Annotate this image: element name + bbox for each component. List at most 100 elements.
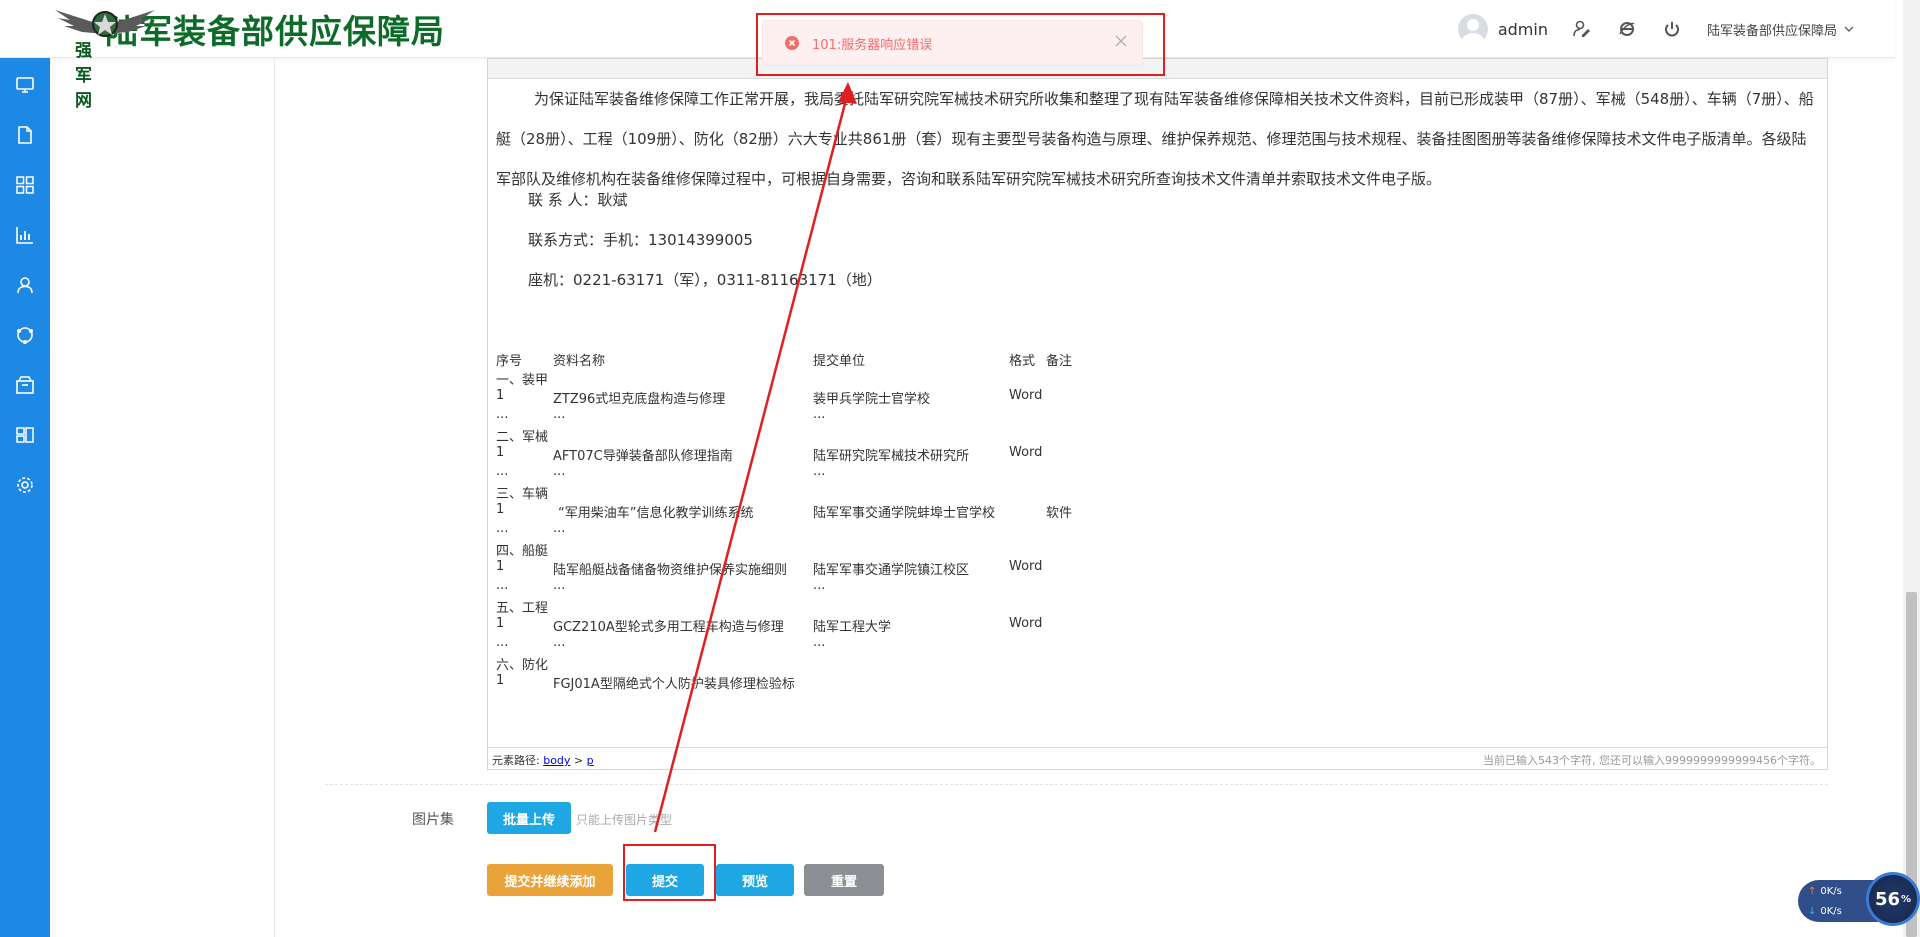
section-title: 一、装甲 xyxy=(496,373,549,388)
usage-percent: 56 xyxy=(1874,888,1901,910)
chevron-down-icon xyxy=(1844,26,1854,32)
network-speed-widget[interactable]: ↑ 0K/s ↓ 0K/s 56% xyxy=(1798,872,1920,926)
dashboard-icon[interactable] xyxy=(12,422,38,448)
batch-upload-button[interactable]: 批量上传 xyxy=(487,802,571,834)
char-count: 当前已输入543个字符, 您还可以输入9999999999999456个字符。 xyxy=(1483,754,1821,767)
org-menu-label: 陆军装备部供应保障局 xyxy=(1706,23,1837,39)
path-p-link[interactable]: p xyxy=(587,754,594,767)
box-icon[interactable] xyxy=(12,372,38,398)
row-format: Word xyxy=(1009,559,1043,574)
row-no: 1 xyxy=(496,616,505,631)
preview-button[interactable]: 预览 xyxy=(716,864,794,896)
row-ellipsis: ... xyxy=(553,464,566,479)
contact-person: 联 系 人：耿斌 xyxy=(528,191,628,209)
row-unit: 陆军军事交通学院蚌埠士官学校 xyxy=(813,506,996,521)
path-body-link[interactable]: body xyxy=(543,754,570,767)
contact-landline: 座机：0221-63171（军），0311-81163171（地） xyxy=(528,271,882,289)
table-header-name: 资料名称 xyxy=(553,354,606,369)
browser-ie-icon[interactable] xyxy=(1617,19,1637,39)
path-separator: > xyxy=(573,754,584,767)
upload-speed: ↑ 0K/s xyxy=(1808,886,1842,897)
upload-arrow-icon: ↑ xyxy=(1808,886,1817,897)
download-arrow-icon: ↓ xyxy=(1808,906,1817,917)
power-icon[interactable] xyxy=(1662,19,1682,39)
row-format: Word xyxy=(1009,388,1043,403)
row-ellipsis: ... xyxy=(553,635,566,650)
row-name: GCZ210A型轮式多用工程车构造与修理 xyxy=(553,620,784,635)
annotation-box-toast xyxy=(756,13,1165,76)
gallery-label: 图片集 xyxy=(412,812,454,828)
row-ellipsis: ... xyxy=(496,635,509,650)
section-title: 四、船艇 xyxy=(496,544,549,559)
section-title: 五、工程 xyxy=(496,601,549,616)
row-ellipsis: ... xyxy=(813,407,826,422)
page-scrollbar[interactable] xyxy=(1903,0,1920,937)
row-no: 1 xyxy=(496,388,505,403)
rich-text-editor[interactable]: 为保证陆军装备维修保障工作正常开展，我局委托陆军研究院军械技术研究所收集和整理了… xyxy=(487,58,1828,770)
row-ellipsis: ... xyxy=(553,578,566,593)
row-ellipsis: ... xyxy=(496,407,509,422)
row-name: ZTZ96式坦克底盘构造与修理 xyxy=(553,392,726,407)
row-name: FGJ01A型隔绝式个人防护装具修理检验标 xyxy=(553,677,795,692)
emblem-logo: 强军网 xyxy=(50,0,155,111)
table-header-note: 备注 xyxy=(1046,354,1073,369)
settings-icon[interactable] xyxy=(12,472,38,498)
row-name: “军用柴油车”信息化教学训练系统 xyxy=(558,506,754,521)
section-title: 六、防化 xyxy=(496,658,549,673)
row-ellipsis: ... xyxy=(813,578,826,593)
support-icon[interactable] xyxy=(12,322,38,348)
username-label[interactable]: admin xyxy=(1498,20,1548,39)
monitor-icon[interactable] xyxy=(12,72,38,98)
table-header-format: 格式 xyxy=(1009,354,1036,369)
grid-icon[interactable] xyxy=(12,172,38,198)
download-rate: 0K/s xyxy=(1820,906,1842,917)
form-divider xyxy=(325,784,1828,785)
sidebar xyxy=(0,58,50,937)
intro-paragraph: 为保证陆军装备维修保障工作正常开展，我局委托陆军研究院军械技术研究所收集和整理了… xyxy=(496,90,1814,188)
row-no: 1 xyxy=(496,673,505,688)
row-name: AFT07C导弹装备部队修理指南 xyxy=(553,449,733,464)
row-unit: 装甲兵学院士官学校 xyxy=(813,392,931,407)
content-divider xyxy=(274,58,275,937)
row-format: 软件 xyxy=(1046,506,1073,521)
row-no: 1 xyxy=(496,559,505,574)
row-format: Word xyxy=(1009,445,1043,460)
org-menu[interactable]: 陆军装备部供应保障局 xyxy=(1707,20,1855,39)
row-ellipsis: ... xyxy=(496,578,509,593)
site-logo[interactable]: 强军网 陆军装备部供应保障局 xyxy=(50,0,445,111)
row-format: Word xyxy=(1009,616,1043,631)
user-edit-icon[interactable] xyxy=(1572,19,1592,39)
editor-status-bar: 元素路径: body > p 当前已输入543个字符, 您还可以输入999999… xyxy=(488,747,1827,769)
user-icon[interactable] xyxy=(12,272,38,298)
upload-hint: 只能上传图片类型 xyxy=(576,813,673,827)
table-header-unit: 提交单位 xyxy=(813,354,866,369)
row-no: 1 xyxy=(496,502,505,517)
table-header-no: 序号 xyxy=(496,354,523,369)
row-ellipsis: ... xyxy=(813,464,826,479)
document-icon[interactable] xyxy=(12,122,38,148)
reset-button[interactable]: 重置 xyxy=(804,864,884,896)
row-unit: 陆军研究院军械技术研究所 xyxy=(813,449,970,464)
submit-and-continue-button[interactable]: 提交并继续添加 xyxy=(487,864,613,896)
element-path-label: 元素路径: xyxy=(492,754,540,767)
row-ellipsis: ... xyxy=(553,407,566,422)
editor-content[interactable]: 为保证陆军装备维修保障工作正常开展，我局委托陆军研究院军械技术研究所收集和整理了… xyxy=(488,79,1827,744)
row-name: 陆军船艇战备储备物资维护保养实施细则 xyxy=(553,563,788,578)
row-ellipsis: ... xyxy=(496,464,509,479)
bar-chart-icon[interactable] xyxy=(12,222,38,248)
usage-percent-circle: 56% xyxy=(1866,872,1920,926)
row-ellipsis: ... xyxy=(813,635,826,650)
percent-sign: % xyxy=(1901,893,1912,905)
avatar[interactable] xyxy=(1457,14,1488,44)
section-title: 二、军械 xyxy=(496,430,549,445)
row-ellipsis: ... xyxy=(553,521,566,536)
header-user-area: admin 陆军装备部供应保障局 xyxy=(1457,0,1855,58)
app-root: 强军网 陆军装备部供应保障局 admin 陆军装备部供应保障局 为保证陆军装备维… xyxy=(0,0,1920,937)
row-ellipsis: ... xyxy=(496,521,509,536)
section-title: 三、车辆 xyxy=(496,487,549,502)
upload-rate: 0K/s xyxy=(1820,886,1842,897)
row-unit: 陆军军事交通学院镇江校区 xyxy=(813,563,970,578)
row-no: 1 xyxy=(496,445,505,460)
logo-small-text: 强军网 xyxy=(75,41,93,111)
row-unit: 陆军工程大学 xyxy=(813,620,892,635)
